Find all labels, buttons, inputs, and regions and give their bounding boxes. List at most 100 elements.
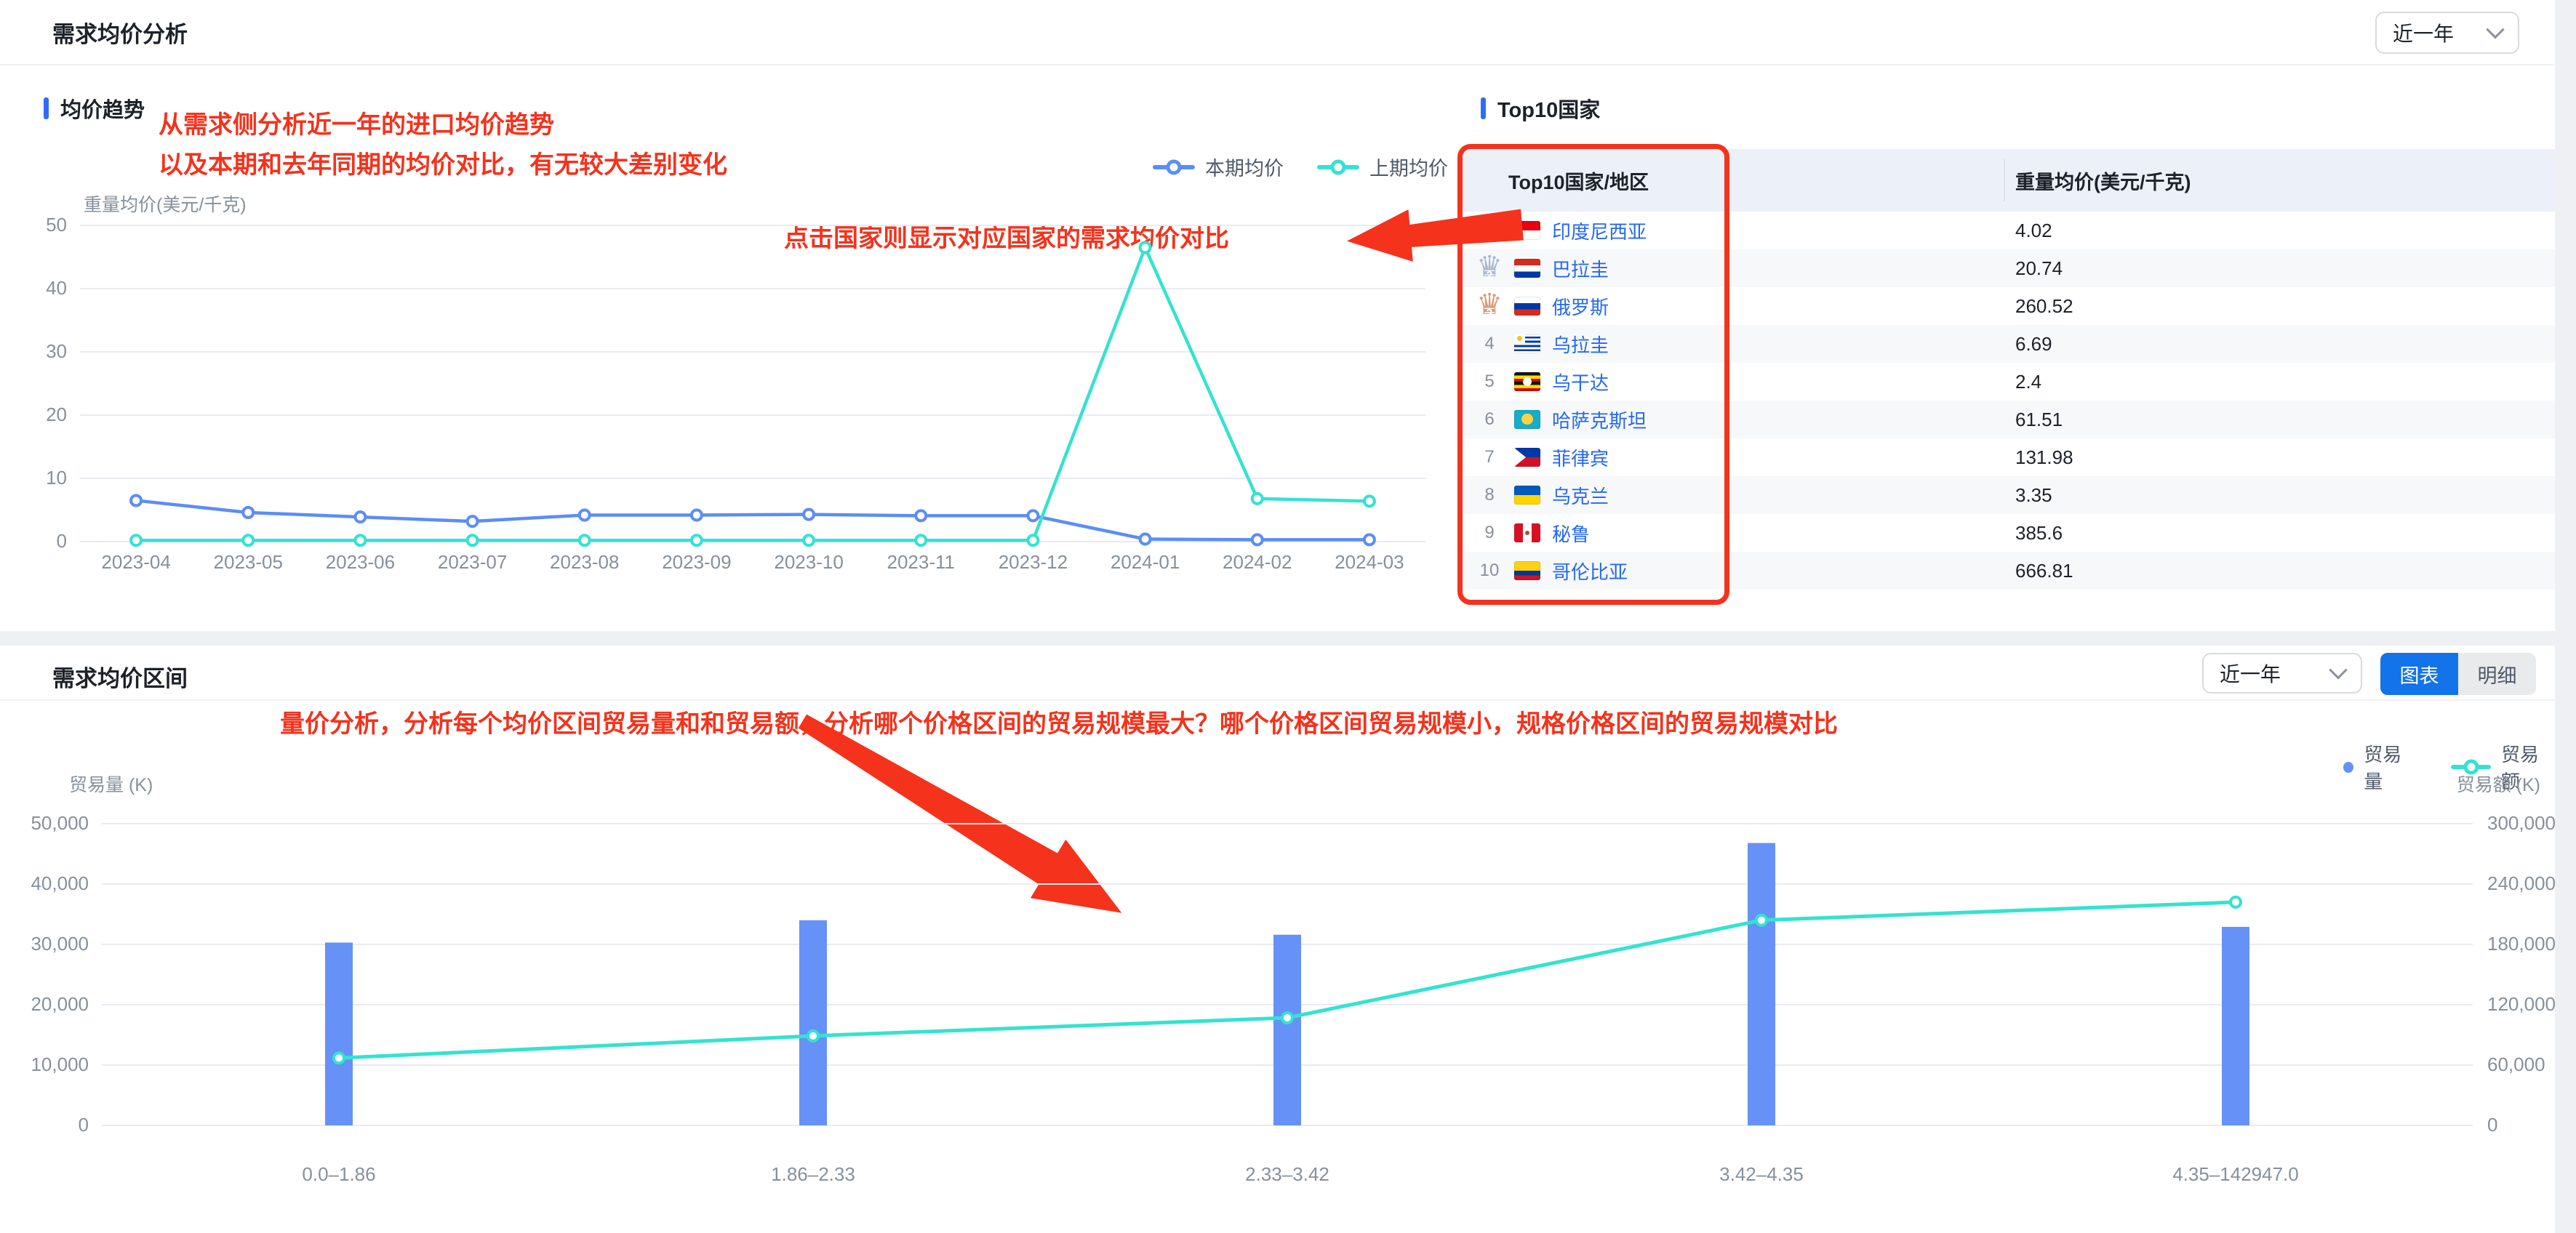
table-row[interactable]: 9 秘鲁 385.6	[1462, 514, 2555, 552]
table-row[interactable]: 8 乌克兰 3.35	[1462, 476, 2555, 514]
country-link[interactable]: 巴拉圭	[1552, 255, 1609, 282]
header-divider	[0, 64, 2555, 65]
country-link[interactable]: 哈萨克斯坦	[1552, 406, 1647, 433]
country-link[interactable]: 印度尼西亚	[1552, 217, 1647, 244]
country-link[interactable]: 秘鲁	[1552, 520, 1590, 547]
country-link[interactable]: 菲律宾	[1552, 444, 1609, 471]
table-header-row: Top10国家/地区 重量均价(美元/千克)	[1462, 149, 2555, 212]
country-cell: 5 乌干达	[1462, 366, 2004, 398]
range-right-axis-name: 贸易额 (K)	[2456, 775, 2540, 795]
x-tick-label: 2023-04	[101, 551, 171, 573]
legend-label[interactable]: 上期均价	[1369, 153, 1448, 181]
rank-badge: 7	[1473, 441, 1505, 473]
rank-number: 9	[1484, 523, 1495, 542]
legend-line-marker	[1153, 159, 1195, 174]
x-tick-label: 1.86–2.33	[771, 1163, 855, 1185]
header-divider	[0, 699, 2555, 701]
country-link[interactable]: 乌干达	[1552, 369, 1609, 395]
x-tick-label: 2024-03	[1335, 551, 1404, 573]
rank-number: 10	[1479, 561, 1500, 580]
period-select[interactable]: 近一年	[2375, 12, 2519, 54]
x-tick-label: 2023-08	[550, 551, 620, 573]
rank-badge: 6	[1473, 403, 1505, 435]
rank-badge: 4	[1473, 328, 1505, 360]
avg-price-cell: 20.74	[2015, 257, 2063, 279]
detail-view-button[interactable]: 明细	[2458, 653, 2536, 695]
avg-price-cell: 6.69	[2015, 332, 2052, 355]
x-tick-label: 2023-11	[887, 551, 956, 573]
y-tick-label: 50	[46, 214, 67, 236]
section-marker-bar	[44, 97, 49, 119]
legend-label[interactable]: 本期均价	[1205, 153, 1284, 181]
legend-label[interactable]: 贸易量	[2364, 740, 2417, 794]
rank-number: 2	[1486, 270, 1493, 282]
section-title-text: Top10国家	[1497, 99, 1601, 122]
view-toggle: 图表 明细	[2380, 653, 2536, 695]
rank-badge: 9	[1473, 517, 1505, 549]
left-y-tick-label: 10,000	[31, 1053, 89, 1075]
table-row[interactable]: 5 乌干达 2.4	[1462, 363, 2555, 401]
flag-triangle	[1514, 448, 1526, 467]
flag-emblem	[1521, 413, 1533, 425]
rank-number: 5	[1484, 371, 1495, 391]
left-y-tick-label: 40,000	[31, 872, 89, 894]
country-cell: 9 秘鲁	[1462, 517, 2004, 549]
y-tick-label: 30	[46, 340, 67, 362]
country-flag-icon	[1514, 561, 1540, 580]
legend-line-marker	[1317, 159, 1359, 174]
country-flag-icon	[1514, 221, 1540, 240]
period-select-value: 近一年	[2393, 23, 2455, 45]
range-left-axis-name: 贸易量 (K)	[69, 775, 153, 795]
country-link[interactable]: 乌克兰	[1552, 482, 1609, 509]
avg-price-cell: 61.51	[2015, 408, 2063, 430]
x-tick-label: 2023-10	[774, 551, 844, 573]
avg-price-cell: 385.6	[2015, 521, 2063, 544]
period-select-value: 近一年	[2220, 663, 2281, 686]
country-link[interactable]: 俄罗斯	[1552, 293, 1609, 320]
chart-view-button[interactable]: 图表	[2380, 653, 2458, 695]
table-row[interactable]: ♛ 3 俄罗斯 260.52	[1462, 287, 2555, 325]
x-tick-label: 2023-09	[662, 551, 732, 573]
y-tick-label: 10	[46, 467, 67, 489]
rank-number: 3	[1486, 308, 1493, 320]
avg-price-cell: 4.02	[2015, 219, 2052, 241]
country-link[interactable]: 乌拉圭	[1552, 331, 1609, 358]
country-cell: ♛ 2 巴拉圭	[1462, 251, 2004, 284]
legend-item: 贸易量	[2343, 740, 2417, 794]
card-title: 需求均价区间	[52, 666, 188, 691]
legend-dot-marker	[2343, 761, 2354, 773]
section-title-top10: Top10国家	[1481, 93, 1600, 124]
rank-number: 1	[1486, 232, 1493, 244]
left-y-tick-label: 20,000	[31, 993, 89, 1015]
right-y-tick-label: 240,000	[2487, 872, 2556, 894]
x-tick-label: 2024-01	[1110, 551, 1180, 573]
trend-chart-legend: 本期均价 上期均价	[1153, 153, 1448, 181]
table-row[interactable]: ♛ 2 巴拉圭 20.74	[1462, 249, 2555, 287]
rank-badge: ♛ 2	[1473, 251, 1505, 284]
table-row[interactable]: 7 菲律宾 131.98	[1462, 438, 2555, 476]
country-flag-icon	[1514, 297, 1540, 316]
x-tick-label: 4.35–142947.0	[2172, 1163, 2299, 1185]
y-tick-label: 20	[46, 403, 67, 425]
rank-number: 8	[1484, 485, 1495, 505]
avg-price-cell: 131.98	[2015, 446, 2073, 468]
avg-price-cell: 666.81	[2015, 559, 2073, 582]
right-y-tick-label: 120,000	[2487, 993, 2556, 1015]
table-row[interactable]: ♛ 1 印度尼西亚 4.02	[1462, 212, 2555, 249]
demand-avg-price-analysis-card: 需求均价分析 近一年 均价趋势 从需求侧分析近一年的进口均价趋势 以及本期和去年…	[0, 0, 2555, 631]
table-row[interactable]: 10 哥伦比亚 666.81	[1462, 552, 2555, 590]
rank-badge: 10	[1473, 555, 1505, 587]
rank-number: 4	[1484, 334, 1495, 353]
country-link[interactable]: 哥伦比亚	[1552, 558, 1628, 585]
x-tick-label: 0.0–1.86	[302, 1163, 376, 1185]
right-y-tick-label: 0	[2487, 1114, 2498, 1136]
table-row[interactable]: 4 乌拉圭 6.69	[1462, 325, 2555, 363]
avg-price-cell: 3.35	[2015, 483, 2052, 506]
country-cell: 6 哈萨克斯坦	[1462, 403, 2004, 435]
x-tick-label: 2.33–3.42	[1245, 1163, 1329, 1185]
table-row[interactable]: 6 哈萨克斯坦 61.51	[1462, 401, 2555, 438]
period-select[interactable]: 近一年	[2202, 653, 2362, 694]
section-title-text: 均价趋势	[60, 99, 145, 122]
country-cell: 8 乌克兰	[1462, 479, 2004, 511]
column-divider	[2004, 159, 2005, 201]
